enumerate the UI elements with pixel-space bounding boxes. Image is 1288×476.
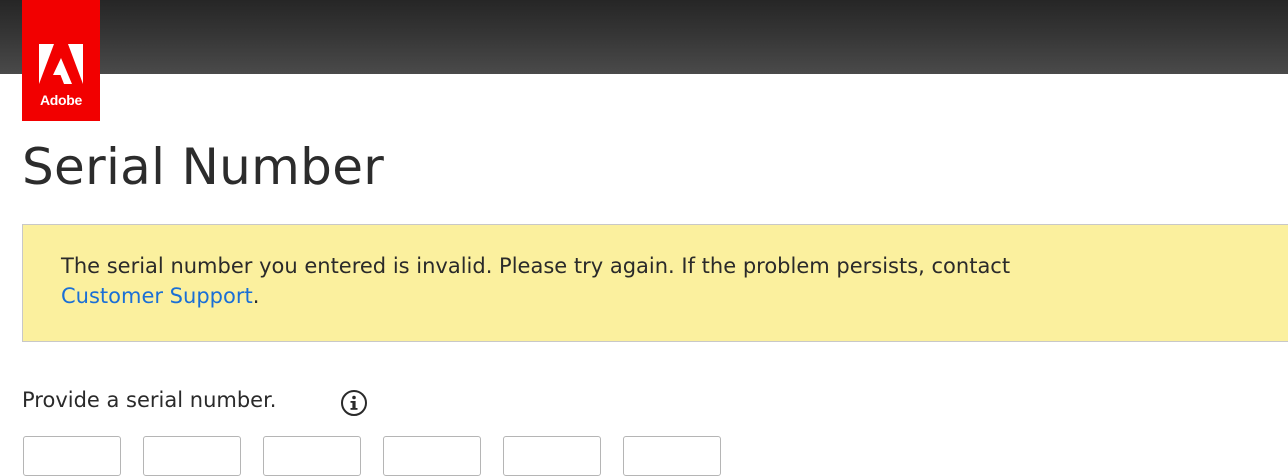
serial-field-5[interactable]	[503, 436, 601, 476]
adobe-logo-text: Adobe	[39, 92, 83, 108]
top-header-bar	[0, 0, 1288, 74]
serial-field-6[interactable]	[623, 436, 721, 476]
page-title: Serial Number	[22, 138, 385, 196]
serial-field-4[interactable]	[383, 436, 481, 476]
error-message: The serial number you entered is invalid…	[61, 251, 1261, 311]
serial-field-3[interactable]	[263, 436, 361, 476]
info-circle-icon[interactable]	[340, 389, 368, 417]
serial-prompt-label: Provide a serial number.	[22, 388, 277, 412]
error-message-text: The serial number you entered is invalid…	[61, 254, 1011, 278]
adobe-logo: Adobe	[22, 0, 100, 121]
error-message-period: .	[252, 284, 260, 308]
adobe-a-icon	[39, 44, 83, 84]
serial-field-1[interactable]	[23, 436, 121, 476]
serial-field-2[interactable]	[143, 436, 241, 476]
customer-support-link[interactable]: Customer Support	[61, 284, 253, 308]
error-alert: The serial number you entered is invalid…	[22, 224, 1288, 342]
